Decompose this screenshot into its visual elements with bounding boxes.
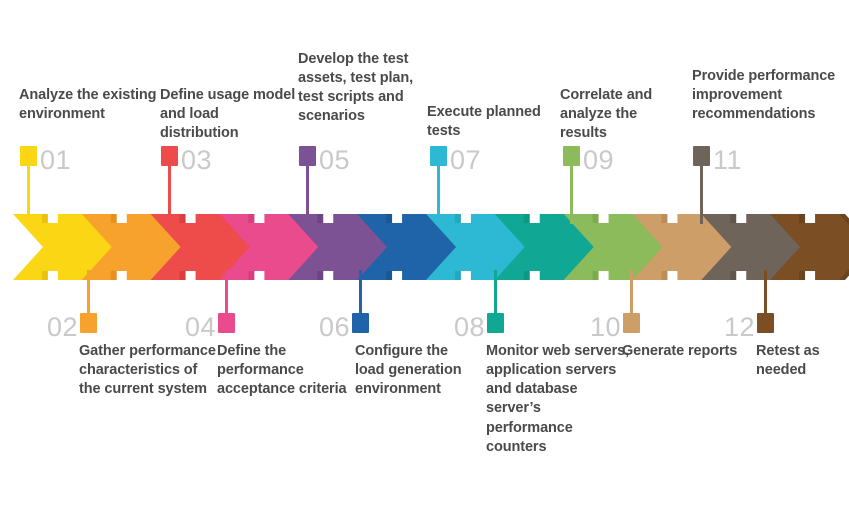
step-connector-stem-03 bbox=[168, 166, 171, 224]
step-marker-square-05[interactable] bbox=[299, 146, 316, 166]
step-connector-stem-07 bbox=[437, 166, 440, 224]
step-number-01: 01 bbox=[40, 145, 72, 175]
step-marker-square-09[interactable] bbox=[563, 146, 580, 166]
step-connector-stem-09 bbox=[570, 166, 573, 224]
step-number-12: 12 bbox=[723, 312, 755, 342]
step-number-07: 07 bbox=[450, 145, 482, 175]
step-connector-stem-04 bbox=[225, 270, 228, 313]
step-label-12: Retest as needed bbox=[756, 343, 820, 379]
step-label-10: Generate reports bbox=[622, 343, 738, 359]
process-arrow-band bbox=[0, 214, 849, 280]
step-label-04: Define the performance acceptance criter… bbox=[217, 343, 347, 398]
step-marker-square-06[interactable] bbox=[352, 313, 369, 333]
step-number-02: 02 bbox=[46, 312, 78, 342]
step-marker-square-01[interactable] bbox=[20, 146, 37, 166]
step-marker-square-02[interactable] bbox=[80, 313, 97, 333]
step-marker-square-12[interactable] bbox=[757, 313, 774, 333]
step-label-07: Execute planned tests bbox=[427, 104, 541, 140]
step-number-08: 08 bbox=[453, 312, 485, 342]
arrow-band-svg bbox=[13, 214, 849, 280]
step-label-01: Analyze the existing environment bbox=[19, 87, 157, 123]
step-label-11: Provide performance improvement recommen… bbox=[692, 68, 836, 123]
step-label-08: Monitor web servers, application servers… bbox=[486, 343, 630, 455]
step-label-05: Develop the test assets, test plan, test… bbox=[298, 51, 414, 125]
step-label-06: Configure the load generation environmen… bbox=[355, 343, 462, 398]
step-label-03: Define usage model and load distribution bbox=[160, 87, 296, 142]
step-marker-square-03[interactable] bbox=[161, 146, 178, 166]
step-connector-stem-11 bbox=[700, 166, 703, 224]
step-connector-stem-01 bbox=[27, 166, 30, 224]
step-connector-stem-05 bbox=[306, 166, 309, 224]
step-marker-square-07[interactable] bbox=[430, 146, 447, 166]
step-number-10: 10 bbox=[589, 312, 621, 342]
step-number-03: 03 bbox=[181, 145, 213, 175]
step-marker-square-11[interactable] bbox=[693, 146, 710, 166]
step-marker-square-08[interactable] bbox=[487, 313, 504, 333]
step-marker-square-10[interactable] bbox=[623, 313, 640, 333]
step-connector-stem-08 bbox=[494, 270, 497, 313]
step-label-09: Correlate and analyze the results bbox=[560, 87, 653, 142]
step-number-11: 11 bbox=[713, 145, 743, 175]
step-marker-square-04[interactable] bbox=[218, 313, 235, 333]
infographic-canvas: 01 Analyze the existing environment 02 Gath… bbox=[0, 0, 849, 506]
step-number-04: 04 bbox=[184, 312, 216, 342]
step-connector-stem-10 bbox=[630, 270, 633, 313]
step-number-09: 09 bbox=[583, 145, 615, 175]
step-connector-stem-12 bbox=[764, 270, 767, 313]
step-label-02: Gather performance characteristics of th… bbox=[79, 343, 216, 398]
step-number-05: 05 bbox=[319, 145, 351, 175]
step-connector-stem-06 bbox=[359, 270, 362, 313]
step-connector-stem-02 bbox=[87, 270, 90, 313]
step-number-06: 06 bbox=[318, 312, 350, 342]
